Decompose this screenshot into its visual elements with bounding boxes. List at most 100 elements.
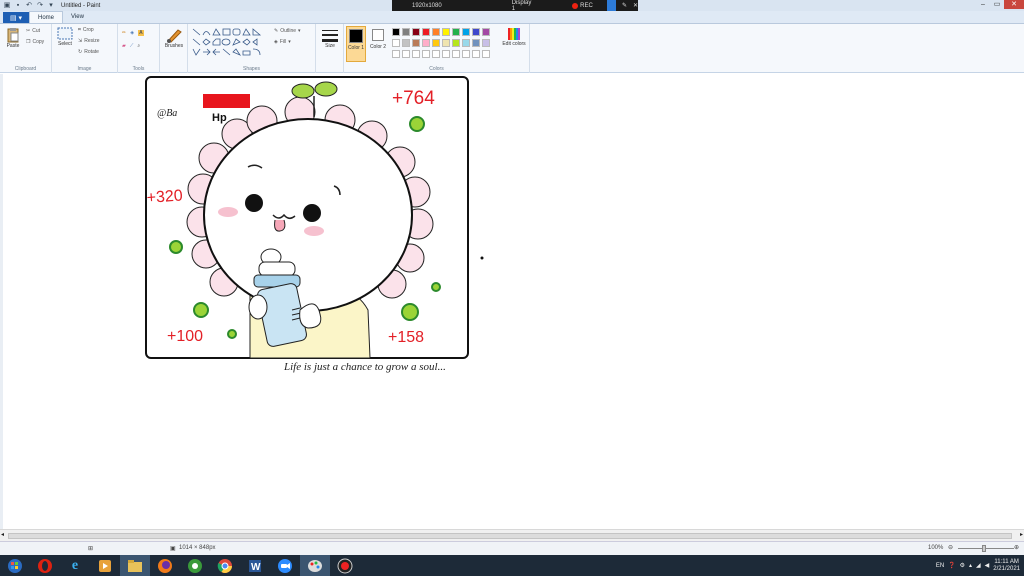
show-hidden-icons[interactable]: ▴ xyxy=(969,562,972,569)
magnifier-icon[interactable]: ⌕ xyxy=(137,43,140,49)
palette-swatch[interactable] xyxy=(462,50,470,58)
palette-swatch[interactable] xyxy=(482,39,490,47)
palette-swatch[interactable] xyxy=(422,28,430,36)
palette-swatch[interactable] xyxy=(452,28,460,36)
pen-icon[interactable]: ✎ xyxy=(622,2,627,9)
size-group: Size xyxy=(316,24,344,73)
recorder-icon[interactable] xyxy=(330,555,360,576)
scroll-right-icon[interactable]: ▸ xyxy=(1020,531,1023,538)
palette-swatch[interactable] xyxy=(432,28,440,36)
notifications-icon[interactable]: ⚙ xyxy=(960,562,965,569)
eraser-icon[interactable]: ▰ xyxy=(122,43,126,49)
start-icon[interactable] xyxy=(0,555,30,576)
cut-button[interactable]: ✂ Cut xyxy=(26,28,40,34)
firefox-icon[interactable] xyxy=(150,555,180,576)
explorer-icon[interactable] xyxy=(120,555,150,576)
record-button[interactable]: REC xyxy=(572,2,593,9)
close-button[interactable]: ✕ xyxy=(1004,0,1024,9)
close-recorder-icon[interactable]: ✕ xyxy=(633,2,638,9)
edit-colors-button[interactable]: Edit colors xyxy=(500,27,528,47)
palette-swatch[interactable] xyxy=(422,39,430,47)
palette-swatch[interactable] xyxy=(422,50,430,58)
tab-view[interactable]: View xyxy=(63,11,92,23)
color2-button[interactable]: Color 2 xyxy=(368,26,388,62)
paint-icon[interactable] xyxy=(300,555,330,576)
horizontal-scrollbar[interactable]: ◂ ▸ xyxy=(0,529,1024,541)
drawing-canvas[interactable]: Hp @Ba +764 +320 +100 +158 Life is just … xyxy=(0,74,1024,529)
pin-button[interactable] xyxy=(606,0,616,11)
palette-swatch[interactable] xyxy=(432,39,440,47)
fill-button[interactable]: ◈ Fill ▾ xyxy=(274,39,291,45)
zoom-in-icon[interactable]: ⊕ xyxy=(1014,544,1019,551)
word-icon[interactable]: W xyxy=(240,555,270,576)
palette-swatch[interactable] xyxy=(392,50,400,58)
crop-button[interactable]: ⌗ Crop xyxy=(78,27,94,33)
palette-swatch[interactable] xyxy=(442,28,450,36)
zoom-out-icon[interactable]: ⊖ xyxy=(948,544,953,551)
image-size: 1014 × 848px xyxy=(179,545,216,551)
palette-swatch[interactable] xyxy=(432,50,440,58)
scrollbar-thumb[interactable] xyxy=(8,533,1012,539)
outline-button[interactable]: ✎ Outline ▾ xyxy=(274,28,301,34)
fill-icon[interactable]: ◈ xyxy=(130,30,134,36)
undo-icon[interactable]: ↶ xyxy=(25,2,33,10)
palette-swatch[interactable] xyxy=(452,39,460,47)
color-picker-icon[interactable]: ⟋ xyxy=(130,43,134,49)
help-icon[interactable]: ❓ xyxy=(948,562,955,569)
palette-swatch[interactable] xyxy=(482,50,490,58)
zoom-app-icon[interactable] xyxy=(270,555,300,576)
palette-swatch[interactable] xyxy=(392,39,400,47)
brushes-button[interactable]: Brushes xyxy=(162,27,186,49)
text-icon[interactable]: A xyxy=(138,30,144,36)
scroll-left-icon[interactable]: ◂ xyxy=(1,531,4,538)
palette-swatch[interactable] xyxy=(472,50,480,58)
palette-swatch[interactable] xyxy=(392,28,400,36)
palette-swatch[interactable] xyxy=(462,28,470,36)
palette-swatch[interactable] xyxy=(442,50,450,58)
palette-swatch[interactable] xyxy=(452,50,460,58)
palette-swatch[interactable] xyxy=(402,28,410,36)
palette-swatch[interactable] xyxy=(472,39,480,47)
volume-icon[interactable]: ◀ xyxy=(985,562,990,569)
opera-icon[interactable] xyxy=(30,555,60,576)
copy-button[interactable]: ❐ Copy xyxy=(26,39,44,45)
clock[interactable]: 11:11 AM 2/21/2021 xyxy=(993,559,1020,573)
zoom-slider-thumb[interactable] xyxy=(982,545,986,552)
palette-swatch[interactable] xyxy=(462,39,470,47)
select-button[interactable]: Select xyxy=(56,27,74,47)
canvas-area[interactable]: Hp @Ba +764 +320 +100 +158 Life is just … xyxy=(0,74,1024,529)
file-menu-button[interactable]: ▤ ▾ xyxy=(3,12,29,23)
tab-home[interactable]: Home xyxy=(29,11,64,23)
minimize-button[interactable]: – xyxy=(976,0,990,9)
palette-swatch[interactable] xyxy=(472,28,480,36)
redo-icon[interactable]: ↷ xyxy=(36,2,44,10)
palette-swatch[interactable] xyxy=(412,28,420,36)
rotate-button[interactable]: ↻ Rotate xyxy=(78,49,99,55)
shapes-gallery[interactable] xyxy=(191,27,269,61)
palette-swatch[interactable] xyxy=(402,39,410,47)
color1-button[interactable]: Color 1 xyxy=(346,26,366,62)
paint-app-icon[interactable]: ▣ xyxy=(3,2,11,10)
palette-swatch[interactable] xyxy=(412,50,420,58)
language-indicator[interactable]: EN xyxy=(936,563,944,569)
maximize-button[interactable]: ▭ xyxy=(990,0,1004,9)
recorder-resolution: 1920x1080 xyxy=(412,2,442,9)
palette-swatch[interactable] xyxy=(412,39,420,47)
network-icon[interactable]: ◢ xyxy=(976,562,981,569)
size-button[interactable]: Size xyxy=(319,29,341,49)
zoom-slider[interactable] xyxy=(958,548,1014,549)
palette-swatch[interactable] xyxy=(442,39,450,47)
size-label: Size xyxy=(325,43,335,49)
chrome-icon[interactable] xyxy=(210,555,240,576)
score-bottom-left: +100 xyxy=(167,328,203,345)
ie-icon[interactable]: e xyxy=(60,555,90,576)
qat-dropdown-icon[interactable]: ▾ xyxy=(47,2,55,10)
resize-button[interactable]: ⇲ Resize xyxy=(78,38,100,44)
paste-button[interactable]: Paste xyxy=(4,27,22,49)
save-icon[interactable]: ▪ xyxy=(14,2,22,10)
pencil-icon[interactable]: ✏ xyxy=(122,30,126,36)
palette-swatch[interactable] xyxy=(482,28,490,36)
palette-swatch[interactable] xyxy=(402,50,410,58)
media-player-icon[interactable] xyxy=(90,555,120,576)
cleaner-icon[interactable] xyxy=(180,555,210,576)
